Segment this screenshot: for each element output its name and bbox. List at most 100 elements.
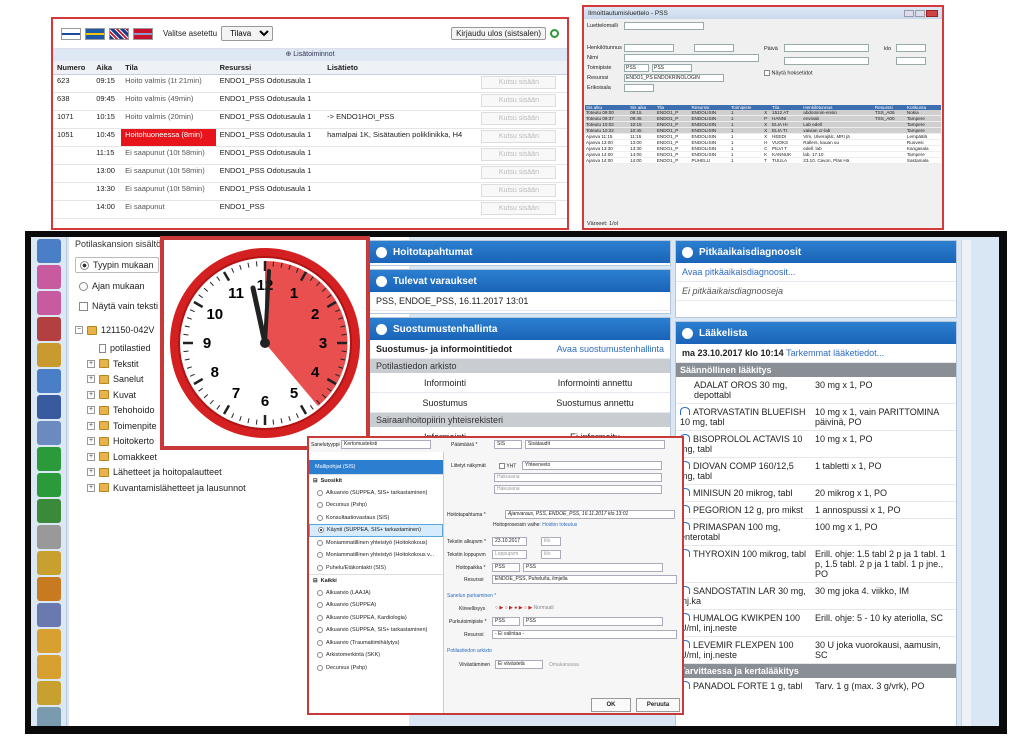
all-section[interactable]: ⊟ Kaikki <box>309 574 443 587</box>
template-item[interactable]: Decursus (Pshp) <box>309 662 443 675</box>
template-item[interactable]: Moniammatillinen yhteistyö (Hoitokokous … <box>309 549 443 562</box>
queue-row[interactable]: 14:00 Ei saapunut ENDO1_PSS Kutsu sisään <box>53 200 567 219</box>
doc-icon[interactable] <box>36 603 61 627</box>
template-item[interactable]: Alkuarvio (SUPPEA, Kardiologia) <box>309 612 443 625</box>
day-range-from[interactable] <box>784 44 869 52</box>
tree-item[interactable]: + Toimenpite <box>87 421 157 431</box>
open-diagnoses-link[interactable]: Avaa pitkäaikaisdiagnoosit... <box>676 263 956 282</box>
plus-icon[interactable] <box>36 473 61 497</box>
care-place-code[interactable]: PSS <box>492 563 520 572</box>
goal-code-input[interactable]: SIS <box>494 440 522 449</box>
day-range-to[interactable] <box>784 57 869 65</box>
call-in-button[interactable]: Kutsu sisään <box>481 112 557 125</box>
template-item[interactable]: Alkuarvio (LAAJA) <box>309 587 443 600</box>
template-item[interactable]: Puhelu/Etäkontakti (SIS) <box>309 562 443 575</box>
tree-item[interactable]: + Kuvat <box>87 390 136 400</box>
transcription-unit-code[interactable]: PSS <box>492 617 520 626</box>
template-item[interactable]: Alkuarvio (SUPPEA) <box>309 599 443 612</box>
delay-select[interactable]: Ei viivästetä <box>495 660 543 669</box>
queue-col-header[interactable]: Numero <box>53 61 93 75</box>
events-header[interactable]: Hoitotapahtumat <box>370 241 670 263</box>
copy-icon[interactable] <box>36 707 61 726</box>
summary-field[interactable]: Yhteenveto <box>522 461 662 470</box>
logout-button[interactable]: Kirjaudu ulos (sistsalen) <box>451 27 546 40</box>
info-icon[interactable] <box>36 291 61 315</box>
dg-tmp-icon[interactable] <box>36 395 61 419</box>
care-event-select[interactable]: Ajanvaraus, PSS, ENDOE_PSS, 16.11.2017 k… <box>505 510 675 519</box>
start-date-input[interactable]: 23.10.2017 <box>492 537 527 546</box>
medication-row[interactable]: SANDOSTATIN LAR 30 mg, inj.ka 30 mg joka … <box>676 582 956 610</box>
list-row[interactable]: Ajanva 14:00 14:00 ENDO1_P PUHELU 1 T TUULA 23.… <box>585 157 941 164</box>
additional-actions-link[interactable]: ⊕ Lisätoiminnot <box>53 49 567 61</box>
pill-icon[interactable] <box>36 551 61 575</box>
urgency-radios[interactable]: ○ ▶ ○ ▶ ● ▶ ○ ▶ Normaali <box>495 605 554 611</box>
queue-row[interactable]: 623 09:15 Hoito valmis (1t 21min) ENDO1_PSS… <box>53 74 567 93</box>
call-in-button[interactable]: Kutsu sisään <box>481 76 557 89</box>
list-model-select[interactable] <box>624 22 704 30</box>
name-input[interactable] <box>624 54 759 62</box>
specialty-input[interactable] <box>624 84 654 92</box>
template-item[interactable]: Käynti (SUPPEA, SIS+ tarkastaminen) <box>309 524 443 537</box>
call-in-button[interactable]: Kutsu sisään <box>481 130 557 143</box>
plus-icon[interactable] <box>36 447 61 471</box>
queue-col-header[interactable]: Lisätieto <box>323 61 478 75</box>
medication-row[interactable]: BISOPROLOL ACTAVIS 10 mg, tabl 10 mg x 1,… <box>676 430 956 458</box>
prn-medication-row[interactable]: PANADOL FORTE 1 g, tabl Tarv. 1 g (max. 3… <box>676 678 956 694</box>
end-date-input[interactable]: Loppupvm <box>492 550 527 559</box>
template-item[interactable]: Alkuarvio (Traumatiimihälytys) <box>309 637 443 650</box>
queue-row[interactable]: 13:00 Ei saapunut (10t 58min) ENDO1_PSS Od… <box>53 164 567 183</box>
medication-row[interactable]: LEVEMIR FLEXPEN 100 U/ml, inj.neste 30 U … <box>676 636 956 664</box>
tree-item[interactable]: + Sanelut <box>87 374 144 384</box>
info-icon[interactable] <box>36 265 61 289</box>
swedish-flag-icon[interactable] <box>85 27 105 40</box>
queue-col-header[interactable]: Aika <box>92 61 122 75</box>
open-consent-link[interactable]: Avaa suostumustenhallinta <box>557 344 664 354</box>
text-only-checkbox[interactable]: Näytä vain teksti <box>79 301 158 311</box>
queue-row[interactable]: 13:30 Ei saapunut (10t 58min) ENDO1_PSS Od… <box>53 182 567 201</box>
search-field-1[interactable]: Hakusana <box>494 473 662 482</box>
summary-checkbox[interactable]: YHT <box>499 463 516 469</box>
main-scrollbar[interactable] <box>961 240 971 726</box>
template-item[interactable]: Alkuarvio (SUPPEA, SIS+ tarkastaminen) <box>309 624 443 637</box>
search-field-2[interactable]: Hakusana <box>494 485 662 494</box>
medication-row[interactable]: THYROXIN 100 mikrog, tabl Erill. ohje: 1.… <box>676 545 956 583</box>
keio-icon[interactable] <box>36 525 61 549</box>
tree-item[interactable]: + Lomakkeet <box>87 452 157 462</box>
copy-icon[interactable] <box>36 681 61 705</box>
tree-item[interactable]: + Tekstit <box>87 359 139 369</box>
unit-name-input[interactable]: PSS <box>652 64 692 72</box>
medication-row[interactable]: ATORVASTATIN BLUEFISH 10 mg, tabl 10 mg x… <box>676 403 956 431</box>
rec-icon[interactable] <box>36 499 61 523</box>
cancel-button[interactable]: Peruuta <box>636 698 680 712</box>
medication-row[interactable]: HUMALOG KWIKPEN 100 U/ml, inj.neste Erill… <box>676 609 956 637</box>
settings-select[interactable]: Tilava <box>221 26 274 41</box>
tree-item[interactable]: + Tehohoido <box>87 405 155 415</box>
ssn-input[interactable] <box>624 44 674 52</box>
folder-icon[interactable] <box>36 629 61 653</box>
queue-row[interactable]: 1051 10:45 Hoitohuoneessa (8min) ENDO1_PSS … <box>53 128 567 147</box>
transcription-resource-select[interactable]: - Ei valintaa - <box>492 630 677 639</box>
chart-icon[interactable] <box>36 421 61 445</box>
template-item[interactable]: Alkuarvio (SUPPEA, SIS+ tarkastaminen) <box>309 487 443 500</box>
favorites-section[interactable]: ⊟ Suosikit <box>309 474 443 487</box>
queue-col-header[interactable]: Resurssi <box>215 61 324 75</box>
time-from-input[interactable] <box>896 44 926 52</box>
queue-row[interactable]: 638 09:45 Hoito valmis (49min) ENDO1_PSS Od… <box>53 92 567 111</box>
template-item[interactable]: Konsultaatiovastaus (SIS) <box>309 512 443 525</box>
medication-details-link[interactable]: Tarkemmat lääketiedot... <box>786 348 884 358</box>
english-flag-icon[interactable] <box>109 27 129 40</box>
medication-row[interactable]: ADALAT OROS 30 mg, depottabl 30 mg x 1, P… <box>676 377 956 404</box>
transcription-unit-name[interactable]: PSS <box>523 617 663 626</box>
queue-row[interactable]: 11:15 Ei saapunut (10t 58min) ENDO1_PSS Od… <box>53 146 567 165</box>
sort-by-type-radio[interactable]: Tyypin mukaan <box>75 257 159 273</box>
medication-row[interactable]: PRIMASPAN 100 mg, enterotabl 100 mg x 1, … <box>676 518 956 546</box>
medication-row[interactable]: MINISUN 20 mikrog, tabl 20 mikrog x 1, PO <box>676 484 956 502</box>
call-in-button[interactable]: Kutsu sisään <box>481 184 557 197</box>
pencil-icon[interactable] <box>36 577 61 601</box>
medication-row[interactable]: PEGORION 12 g, pro mikst 1 annospussi x 1… <box>676 501 956 519</box>
diagnoses-header[interactable]: Pitkäaikaisdiagnoosit <box>676 241 956 263</box>
ssn-extra-input[interactable] <box>694 44 734 52</box>
medication-row[interactable]: DIOVAN COMP 160/12,5 mg, tabl 1 tabletti … <box>676 457 956 485</box>
consent-header[interactable]: Suostumustenhallinta <box>370 318 670 340</box>
folder-icon[interactable] <box>36 655 61 679</box>
